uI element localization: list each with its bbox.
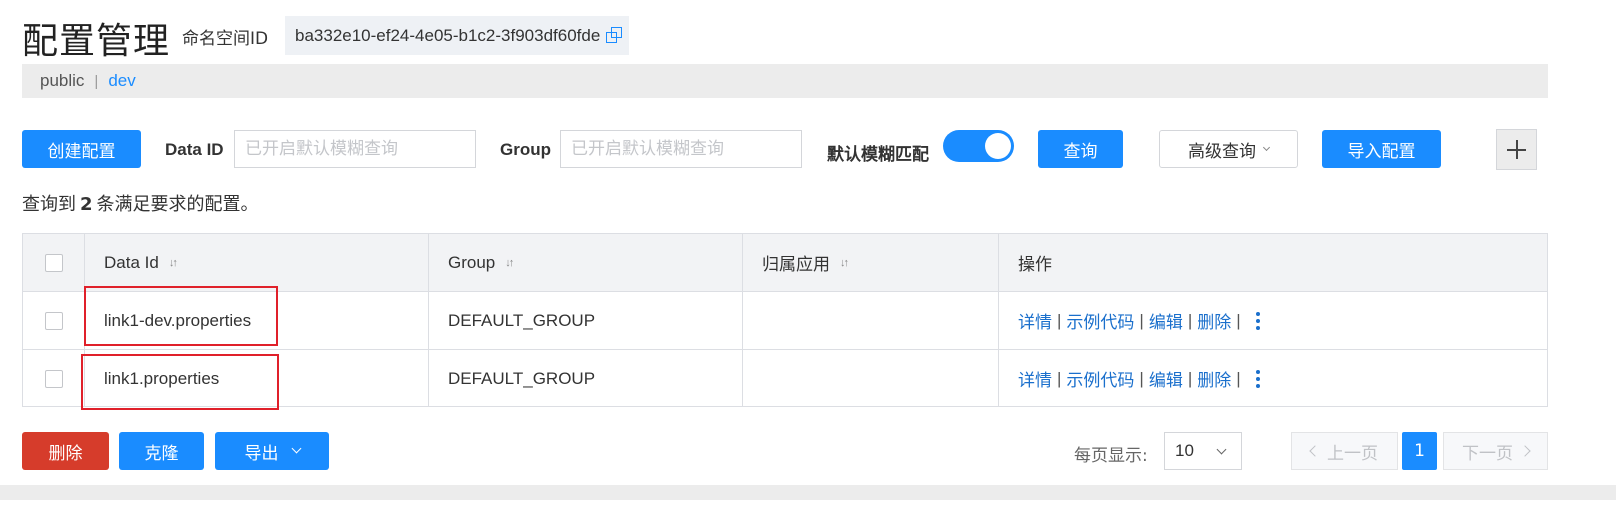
- clone-button[interactable]: 克隆: [119, 432, 204, 470]
- prev-page-button[interactable]: 上一页: [1291, 432, 1398, 470]
- details-link[interactable]: 详情: [1018, 308, 1052, 333]
- sample-code-link[interactable]: 示例代码: [1066, 366, 1134, 391]
- bottom-strip: [0, 485, 1616, 500]
- query-button[interactable]: 查询: [1038, 130, 1123, 168]
- more-icon[interactable]: [1255, 369, 1260, 388]
- column-header-app[interactable]: 归属应用: [762, 250, 830, 275]
- more-icon[interactable]: [1255, 311, 1260, 330]
- column-header-actions: 操作: [1018, 255, 1052, 274]
- chevron-right-icon: [1519, 445, 1531, 457]
- delete-link[interactable]: 删除: [1197, 308, 1231, 333]
- fuzzy-match-toggle[interactable]: [943, 130, 1014, 162]
- sample-code-link[interactable]: 示例代码: [1066, 308, 1134, 333]
- sort-icon[interactable]: ↓↑: [840, 257, 849, 269]
- batch-delete-button[interactable]: 删除: [22, 432, 109, 470]
- fuzzy-match-label: 默认模糊匹配: [827, 145, 929, 165]
- chevron-left-icon: [1309, 445, 1321, 457]
- result-summary: 查询到 2 条满足要求的配置。: [22, 194, 259, 215]
- row-checkbox[interactable]: [44, 369, 63, 388]
- advanced-query-label: 高级查询: [1188, 141, 1256, 162]
- group-cell: DEFAULT_GROUP: [448, 368, 596, 388]
- page-size-value: 10: [1175, 441, 1194, 460]
- group-input[interactable]: [560, 130, 802, 168]
- chevron-down-icon: [291, 443, 301, 454]
- column-header-data-id[interactable]: Data Id: [104, 253, 159, 273]
- result-count: 2: [80, 194, 93, 215]
- namespace-bar: public | dev: [22, 64, 1548, 98]
- data-id-label: Data ID: [165, 140, 224, 159]
- highlight-box: [84, 286, 278, 346]
- page-size-select[interactable]: 10: [1164, 432, 1242, 470]
- create-config-button[interactable]: 创建配置: [22, 130, 141, 168]
- advanced-query-button[interactable]: 高级查询: [1159, 130, 1298, 168]
- column-header-group[interactable]: Group: [448, 253, 495, 273]
- select-all-checkbox[interactable]: [44, 253, 63, 272]
- group-label: Group: [500, 140, 551, 159]
- page-number-current[interactable]: 1: [1402, 432, 1437, 470]
- details-link[interactable]: 详情: [1018, 366, 1052, 391]
- chevron-down-icon: [1216, 444, 1227, 455]
- edit-link[interactable]: 编辑: [1149, 308, 1183, 333]
- group-cell: DEFAULT_GROUP: [448, 310, 596, 330]
- row-checkbox[interactable]: [44, 311, 63, 330]
- highlight-box: [81, 354, 279, 410]
- delete-link[interactable]: 删除: [1197, 366, 1231, 391]
- namespace-id-box: ba332e10-ef24-4e05-b1c2-3f903df60fde: [285, 16, 629, 55]
- namespace-id-value: ba332e10-ef24-4e05-b1c2-3f903df60fde: [295, 25, 601, 45]
- namespace-id-label: 命名空间ID: [182, 29, 269, 49]
- sort-icon[interactable]: ↓↑: [169, 257, 178, 269]
- page-size-label: 每页显示:: [1074, 446, 1148, 466]
- edit-link[interactable]: 编辑: [1149, 366, 1183, 391]
- export-button[interactable]: 导出: [215, 432, 329, 470]
- namespace-tab-dev[interactable]: dev: [108, 71, 135, 91]
- table-header: Data Id ↓↑ Group ↓↑ 归属应用 ↓↑ 操作: [23, 234, 1547, 292]
- export-label: 导出: [244, 443, 279, 464]
- namespace-tab-public[interactable]: public: [40, 71, 84, 91]
- chevron-down-icon: [1262, 143, 1271, 151]
- add-button[interactable]: [1496, 129, 1537, 170]
- copy-icon[interactable]: [606, 27, 623, 44]
- next-page-button[interactable]: 下一页: [1443, 432, 1548, 470]
- page-title: 配置管理: [22, 21, 171, 62]
- data-id-input[interactable]: [234, 130, 476, 168]
- import-config-button[interactable]: 导入配置: [1322, 130, 1441, 168]
- toggle-knob: [985, 133, 1011, 159]
- sort-icon[interactable]: ↓↑: [505, 257, 514, 269]
- namespace-separator: |: [94, 72, 99, 90]
